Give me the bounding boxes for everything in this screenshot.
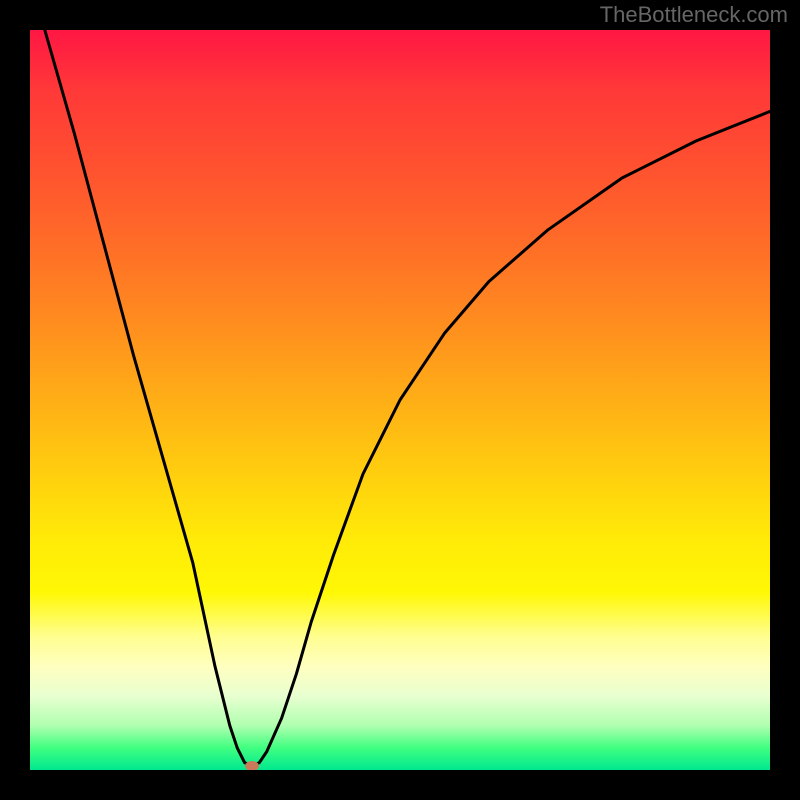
chart-curve (30, 30, 770, 770)
chart-marker (245, 761, 259, 770)
chart-plot-area (30, 30, 770, 770)
watermark-text: TheBottleneck.com (600, 2, 788, 28)
